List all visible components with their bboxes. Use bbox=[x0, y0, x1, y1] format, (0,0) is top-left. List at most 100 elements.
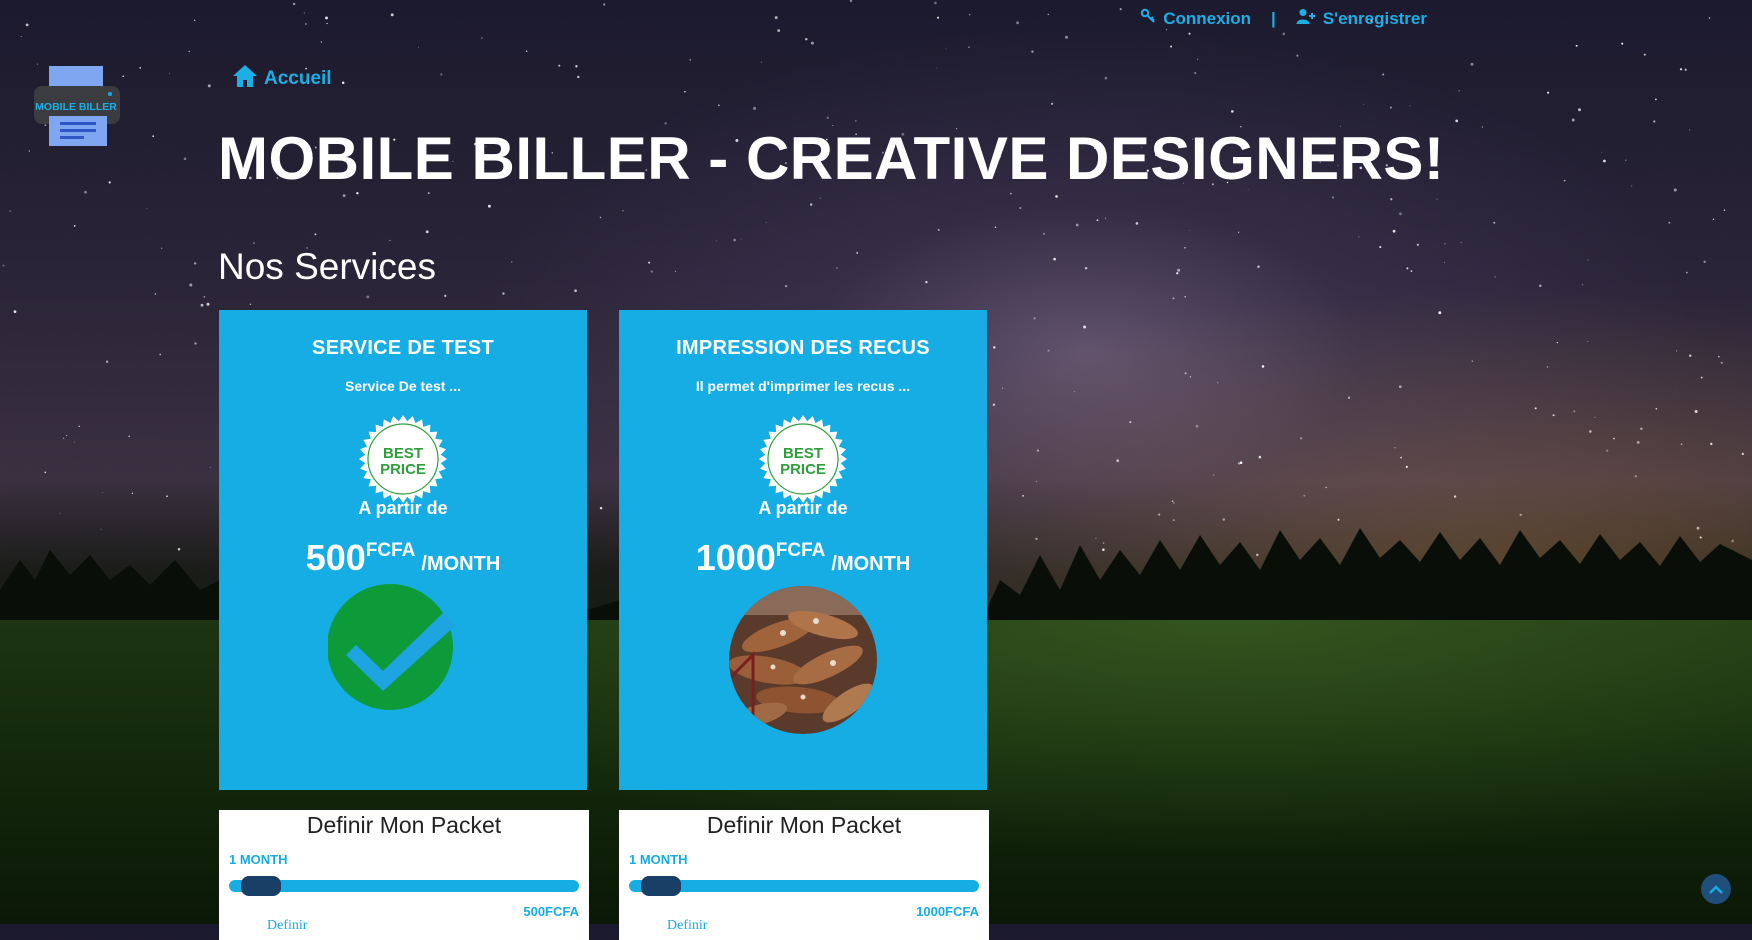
star bbox=[1696, 526, 1700, 530]
star bbox=[418, 46, 420, 48]
star bbox=[1331, 196, 1335, 199]
star bbox=[1556, 341, 1559, 344]
packet-title: Definir Mon Packet bbox=[306, 812, 502, 838]
star bbox=[1581, 283, 1584, 286]
star bbox=[849, 0, 853, 3]
price-currency: FCFA bbox=[365, 540, 416, 561]
star bbox=[1016, 21, 1020, 25]
badge-line-1: BEST bbox=[783, 445, 823, 462]
star bbox=[1189, 376, 1191, 378]
star bbox=[1694, 410, 1698, 413]
service-name: IMPRESSION DES RECUS bbox=[676, 337, 930, 359]
star bbox=[78, 425, 80, 427]
register-label: S'enregistrer bbox=[1322, 8, 1427, 28]
register-link[interactable]: S'enregistrer bbox=[1296, 8, 1427, 29]
star bbox=[819, 197, 821, 199]
star bbox=[1358, 236, 1360, 238]
star bbox=[558, 64, 561, 67]
star bbox=[1634, 475, 1638, 478]
star bbox=[425, 230, 429, 234]
define-button-label[interactable]: Definir bbox=[667, 918, 707, 934]
service-card-test[interactable]: SERVICE DE TEST Service De test ... BEST… bbox=[219, 310, 587, 790]
star bbox=[63, 437, 65, 439]
star bbox=[1547, 91, 1550, 94]
duration-slider[interactable] bbox=[629, 876, 979, 896]
scroll-to-top-button[interactable] bbox=[1701, 874, 1731, 904]
star bbox=[1035, 480, 1038, 483]
price-period: /MONTH bbox=[831, 553, 911, 575]
star bbox=[1643, 53, 1646, 56]
star bbox=[575, 65, 578, 68]
star bbox=[599, 506, 603, 510]
star bbox=[73, 225, 76, 227]
star bbox=[1347, 396, 1351, 399]
star bbox=[1047, 13, 1050, 16]
star bbox=[1239, 461, 1243, 464]
star bbox=[1165, 29, 1168, 31]
star bbox=[1055, 195, 1058, 198]
star bbox=[1184, 295, 1187, 298]
star bbox=[1389, 106, 1392, 109]
green-check-icon bbox=[328, 584, 456, 710]
star bbox=[1102, 542, 1105, 544]
star bbox=[1399, 212, 1402, 216]
mobile-biller-logo[interactable]: MOBILE BILLER bbox=[34, 66, 120, 150]
star bbox=[440, 73, 443, 76]
star bbox=[1176, 272, 1179, 275]
star bbox=[1119, 7, 1122, 11]
login-link[interactable]: Connexion bbox=[1140, 8, 1251, 29]
star bbox=[44, 471, 47, 474]
star bbox=[206, 302, 210, 306]
star bbox=[292, 2, 296, 6]
star bbox=[760, 61, 762, 63]
star bbox=[1589, 430, 1592, 433]
star bbox=[1416, 243, 1419, 246]
star bbox=[1613, 437, 1615, 440]
star bbox=[1653, 120, 1656, 123]
star bbox=[1603, 159, 1606, 163]
duration-slider[interactable] bbox=[229, 876, 579, 896]
star bbox=[1534, 407, 1537, 410]
star bbox=[1095, 537, 1097, 540]
star bbox=[1083, 325, 1087, 329]
slider-thumb[interactable] bbox=[241, 876, 281, 896]
star bbox=[1625, 159, 1627, 161]
star bbox=[1129, 421, 1132, 424]
star bbox=[1189, 229, 1191, 231]
star bbox=[1455, 119, 1459, 123]
star bbox=[159, 353, 162, 356]
star bbox=[1640, 427, 1643, 431]
chevron-up-icon bbox=[1709, 880, 1723, 899]
star bbox=[936, 16, 940, 19]
star bbox=[1621, 42, 1624, 45]
star bbox=[1673, 188, 1677, 192]
star bbox=[1398, 385, 1402, 389]
breadcrumb-home[interactable]: Accueil bbox=[232, 64, 332, 94]
star bbox=[1636, 440, 1640, 444]
star bbox=[1261, 365, 1265, 368]
star bbox=[1594, 416, 1596, 418]
star bbox=[1606, 449, 1609, 452]
star bbox=[740, 238, 742, 240]
star bbox=[1195, 424, 1199, 428]
star bbox=[1303, 494, 1306, 497]
service-card-impression[interactable]: IMPRESSION DES RECUS Il permet d'imprime… bbox=[619, 310, 987, 790]
star bbox=[1299, 437, 1303, 440]
star bbox=[765, 222, 767, 224]
define-button-label[interactable]: Definir bbox=[267, 918, 307, 934]
slider-thumb[interactable] bbox=[641, 876, 681, 896]
star bbox=[1177, 268, 1181, 272]
star bbox=[810, 41, 814, 45]
star bbox=[66, 434, 68, 437]
home-icon bbox=[232, 64, 258, 94]
star bbox=[1172, 519, 1175, 521]
star bbox=[1173, 502, 1175, 504]
star bbox=[105, 360, 109, 363]
star bbox=[774, 16, 778, 20]
star bbox=[1102, 548, 1105, 551]
star bbox=[1471, 549, 1473, 551]
star bbox=[1392, 229, 1396, 233]
star bbox=[992, 403, 996, 406]
star bbox=[674, 270, 677, 272]
star bbox=[249, 303, 252, 305]
